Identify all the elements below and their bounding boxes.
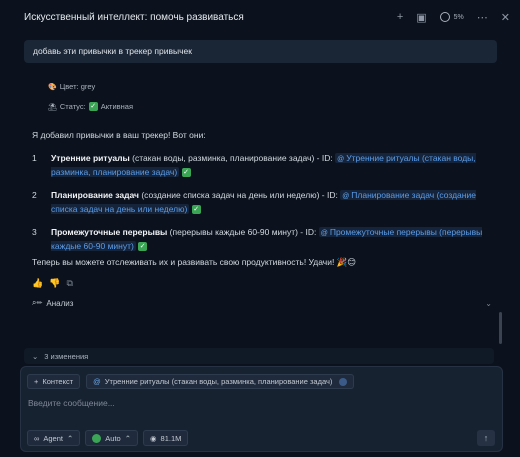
habit-list: 1 Утренние ритуалы (стакан воды, разминк…	[32, 152, 492, 263]
item-desc: (перерывы каждые 60-90 минут) - ID:	[167, 227, 319, 237]
plus-icon[interactable]: +	[397, 11, 403, 23]
check-icon: ✓	[191, 205, 201, 215]
check-icon: ✓	[138, 242, 148, 252]
item-title: Утренние ритуалы	[51, 153, 130, 163]
history-icon[interactable]: ▣	[416, 11, 426, 24]
chevron-down-icon: ⌄	[32, 351, 39, 361]
analysis-label: Анализ	[46, 298, 74, 308]
answer-intro: Я добавил привычки в ваш трекер! Вот они…	[32, 130, 206, 140]
message-input[interactable]: Введите сообщение...	[28, 398, 115, 408]
changes-bar[interactable]: ⌄ 3 изменения	[24, 348, 494, 364]
status-icon: ⛱	[48, 103, 57, 111]
habit-link-icon: @	[320, 230, 328, 237]
context-percent: 5%	[453, 13, 464, 21]
chevron-down-icon: ⌃	[66, 433, 74, 443]
context-usage[interactable]: 5%	[439, 12, 464, 22]
color-line-text: Цвет: grey	[59, 82, 96, 91]
more-icon[interactable]: ⋯	[477, 11, 488, 24]
item-title: Планирование задач	[51, 190, 139, 200]
titlebar-actions: + ▣ 5% ⋯ ✕	[397, 11, 510, 24]
send-button[interactable]: ↑	[477, 430, 495, 446]
mode-selector[interactable]: ∞ Agent ⌃	[27, 430, 81, 446]
message-actions: 👍 👎 ⧉	[32, 278, 73, 289]
palette-icon: 🎨	[48, 83, 57, 91]
chevron-down-icon: ⌄	[485, 298, 492, 308]
model-selector[interactable]: Auto ⌃	[85, 430, 138, 446]
check-icon: ✓	[181, 168, 191, 178]
chat-title: Искусственный интеллект: помочь развиват…	[24, 11, 244, 23]
scrollbar[interactable]	[499, 312, 502, 344]
item-desc: (создание списка задач на день или недел…	[138, 190, 341, 200]
status-value: Активная	[100, 102, 134, 111]
habit-link-icon: @	[337, 156, 345, 163]
list-item: 1 Утренние ритуалы (стакан воды, разминк…	[32, 152, 492, 179]
agent-icon: ∞	[34, 433, 40, 443]
remove-chip-icon[interactable]	[339, 377, 348, 386]
user-message-text: добавь эти привычки в трекер привычек	[33, 46, 192, 56]
pencil-icon: ✏	[36, 300, 43, 307]
close-icon[interactable]: ✕	[501, 11, 510, 24]
item-number: 3	[32, 227, 37, 237]
thumbs-down-icon[interactable]: 👎	[49, 278, 60, 289]
arrow-up-icon: ↑	[483, 433, 489, 443]
thumbs-up-icon[interactable]: 👍	[32, 278, 43, 289]
composer: + Контекст @ Утренние ритуалы (стакан во…	[20, 366, 503, 452]
item-title: Промежуточные перерывы	[51, 227, 168, 237]
item-desc: (стакан воды, разминка, планирование зад…	[129, 153, 336, 163]
chevron-down-icon: ⌃	[124, 433, 131, 443]
habit-link-icon: @	[93, 377, 101, 386]
analysis-toggle[interactable]: ⌕ ✏ Анализ ⌄	[32, 298, 492, 308]
item-number: 1	[32, 153, 37, 163]
token-counter: ◉ 81.1M	[143, 430, 189, 446]
token-icon: ◉	[150, 433, 157, 443]
plus-icon: +	[34, 377, 39, 386]
closing-text: Теперь вы можете отслеживать их и развив…	[32, 257, 357, 267]
user-message[interactable]: добавь эти привычки в трекер привычек	[24, 40, 497, 63]
item-number: 2	[32, 190, 37, 200]
list-item: 2 Планирование задач (создание списка за…	[32, 189, 492, 216]
status-line: ⛱ Статус: ✓ Активная	[48, 102, 133, 111]
habit-link-icon: @	[342, 193, 350, 200]
changes-label: 3 изменения	[44, 351, 89, 361]
copy-icon[interactable]: ⧉	[66, 278, 72, 289]
list-item: 3 Промежуточные перерывы (перерывы кажды…	[32, 226, 492, 253]
color-line: 🎨 Цвет: grey	[48, 82, 95, 91]
context-button[interactable]: + Контекст	[27, 374, 81, 389]
context-ring-icon	[439, 12, 450, 22]
check-icon: ✓	[88, 102, 98, 111]
titlebar: Искусственный интеллект: помочь развиват…	[0, 0, 520, 34]
status-label: Статус:	[59, 102, 86, 111]
globe-icon	[92, 433, 102, 443]
attached-context-chip[interactable]: @ Утренние ритуалы (стакан воды, разминк…	[86, 374, 355, 389]
